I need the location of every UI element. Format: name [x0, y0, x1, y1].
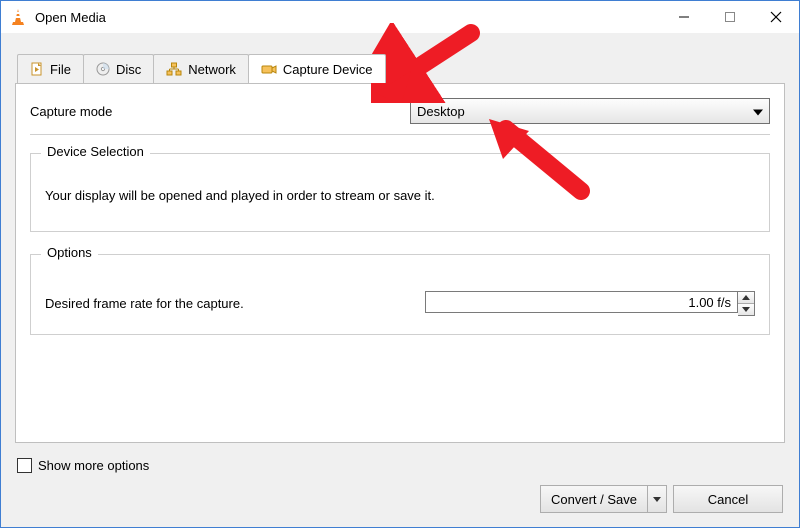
convert-save-button[interactable]: Convert / Save	[540, 485, 667, 513]
options-group: Options Desired frame rate for the captu…	[30, 254, 770, 335]
tab-disc[interactable]: Disc	[83, 54, 154, 83]
device-selection-group: Device Selection Your display will be op…	[30, 153, 770, 232]
minimize-button[interactable]	[661, 1, 707, 33]
separator	[30, 134, 770, 135]
tab-network[interactable]: Network	[153, 54, 249, 83]
show-more-options[interactable]: Show more options	[17, 458, 149, 473]
tab-label: File	[50, 62, 71, 77]
capture-mode-value: Desktop	[417, 104, 465, 119]
spinner-up-button[interactable]	[738, 292, 754, 304]
spinner-buttons	[738, 291, 755, 316]
cancel-button[interactable]: Cancel	[673, 485, 783, 513]
cancel-label: Cancel	[708, 492, 748, 507]
tab-capture-device[interactable]: Capture Device	[248, 54, 386, 83]
convert-save-dropdown[interactable]	[647, 486, 666, 512]
window-title: Open Media	[35, 10, 106, 25]
capture-mode-label: Capture mode	[30, 104, 410, 119]
capture-mode-dropdown[interactable]: Desktop	[410, 98, 770, 124]
frame-rate-spinner[interactable]	[425, 291, 755, 316]
capture-mode-row: Capture mode Desktop	[30, 98, 770, 124]
network-icon	[166, 62, 182, 76]
frame-rate-label: Desired frame rate for the capture.	[45, 296, 425, 311]
tab-strip: File Disc Network Capture Device	[1, 33, 799, 83]
frame-rate-input[interactable]	[425, 291, 738, 313]
open-media-window: Open Media File Disc	[0, 0, 800, 528]
maximize-button[interactable]	[707, 1, 753, 33]
disc-icon	[96, 62, 110, 76]
show-more-checkbox[interactable]	[17, 458, 32, 473]
chevron-down-icon	[753, 104, 763, 119]
dialog-body: File Disc Network Capture Device	[1, 33, 799, 527]
dialog-footer: Convert / Save Cancel	[540, 485, 783, 513]
tab-file[interactable]: File	[17, 54, 84, 83]
tab-label: Network	[188, 62, 236, 77]
capture-device-icon	[261, 62, 277, 76]
device-selection-legend: Device Selection	[41, 144, 150, 159]
tab-label: Disc	[116, 62, 141, 77]
spinner-down-button[interactable]	[738, 304, 754, 315]
vlc-cone-icon	[9, 8, 27, 26]
capture-device-panel: Capture mode Desktop Device Selection Yo…	[15, 83, 785, 443]
file-icon	[30, 62, 44, 76]
show-more-label: Show more options	[38, 458, 149, 473]
close-button[interactable]	[753, 1, 799, 33]
tab-label: Capture Device	[283, 62, 373, 77]
options-legend: Options	[41, 245, 98, 260]
titlebar: Open Media	[1, 1, 799, 34]
convert-save-label: Convert / Save	[541, 486, 647, 512]
device-selection-text: Your display will be opened and played i…	[45, 188, 755, 203]
